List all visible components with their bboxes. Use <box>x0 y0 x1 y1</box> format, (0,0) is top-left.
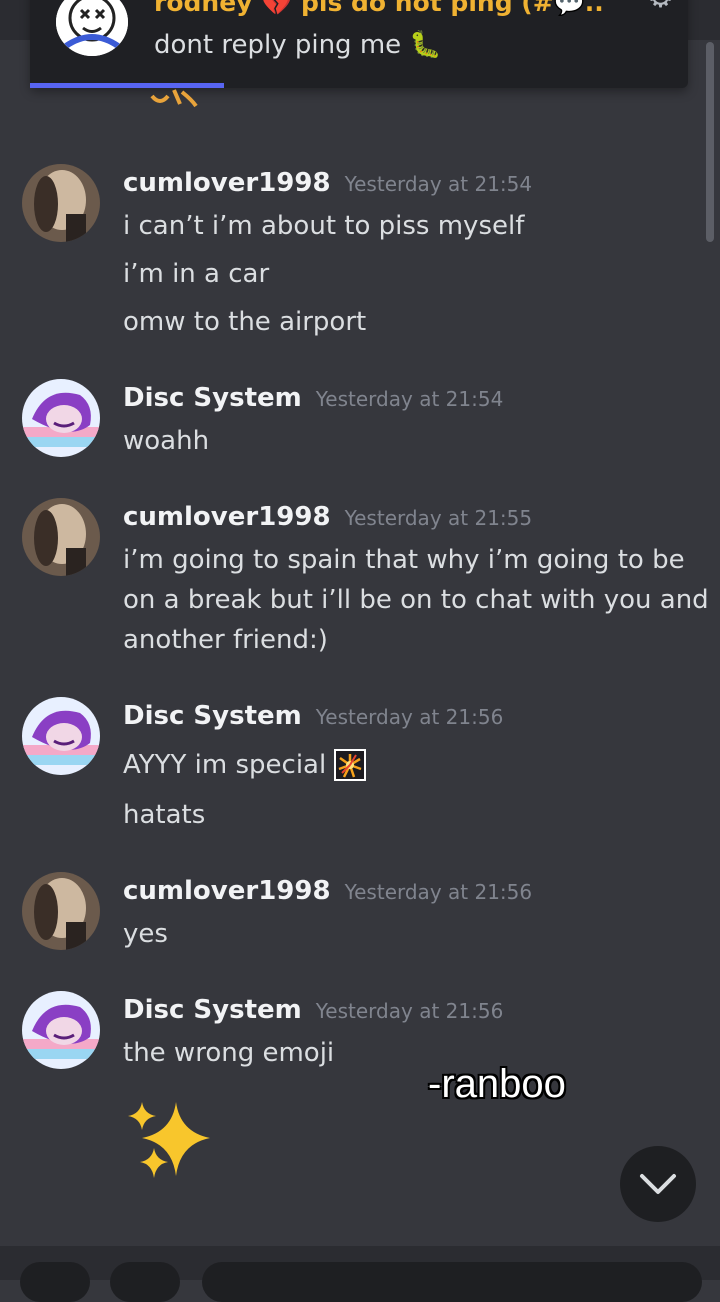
timestamp: Yesterday at 21:56 <box>315 999 504 1023</box>
username[interactable]: cumlover1998 <box>123 168 331 198</box>
username[interactable]: cumlover1998 <box>123 876 331 906</box>
gear-icon[interactable]: ⚙ <box>647 0 674 15</box>
scrollbar[interactable] <box>706 42 714 242</box>
avatar[interactable] <box>22 697 100 775</box>
username[interactable]: cumlover1998 <box>123 502 331 532</box>
sparkles-emoji-icon <box>124 1098 216 1188</box>
timestamp: Yesterday at 21:55 <box>344 506 533 530</box>
notification-message: dont reply ping me 🐛 <box>154 30 442 60</box>
message-text-content: AYYY im special <box>123 750 327 780</box>
avatar[interactable] <box>22 991 100 1069</box>
apps-button[interactable] <box>110 1262 180 1302</box>
chevron-down-icon <box>640 1174 676 1194</box>
add-button[interactable] <box>20 1262 90 1302</box>
timestamp: Yesterday at 21:56 <box>315 705 504 729</box>
timestamp: Yesterday at 21:54 <box>315 387 504 411</box>
partial-emoji-image <box>150 89 198 108</box>
avatar[interactable] <box>22 379 100 457</box>
username[interactable]: Disc System <box>123 701 302 731</box>
watermark-text: -ranboo <box>428 1062 566 1106</box>
timestamp: Yesterday at 21:54 <box>344 172 533 196</box>
avatar[interactable] <box>22 164 100 242</box>
message-text: hatats <box>123 800 206 830</box>
message-text: on a break but i’ll be on to chat with y… <box>123 585 709 615</box>
message-text: yes <box>123 919 168 949</box>
username[interactable]: Disc System <box>123 383 302 413</box>
message-text: another friend:) <box>123 625 328 655</box>
message-text: the wrong emoji <box>123 1038 335 1068</box>
firework-emoji-icon <box>334 749 367 781</box>
message-text: i’m in a car <box>123 259 270 289</box>
message-text: woahh <box>123 426 210 456</box>
avatar[interactable] <box>22 498 100 576</box>
username[interactable]: Disc System <box>123 995 302 1025</box>
notification-banner[interactable]: rodney 💔 pls do not ping (#💬... dont rep… <box>30 0 688 88</box>
notification-title: rodney 💔 pls do not ping (#💬... <box>154 0 604 16</box>
notification-avatar <box>56 0 128 56</box>
message-text: i’m going to spain that why i’m going to… <box>123 545 685 575</box>
message-text: AYYY im special <box>123 745 367 785</box>
jump-to-present-button[interactable] <box>620 1146 696 1222</box>
avatar[interactable] <box>22 872 100 950</box>
timestamp: Yesterday at 21:56 <box>344 880 533 904</box>
message-input[interactable] <box>202 1262 702 1302</box>
message-text: omw to the airport <box>123 307 367 337</box>
message-text: i can’t i’m about to piss myself <box>123 211 525 241</box>
